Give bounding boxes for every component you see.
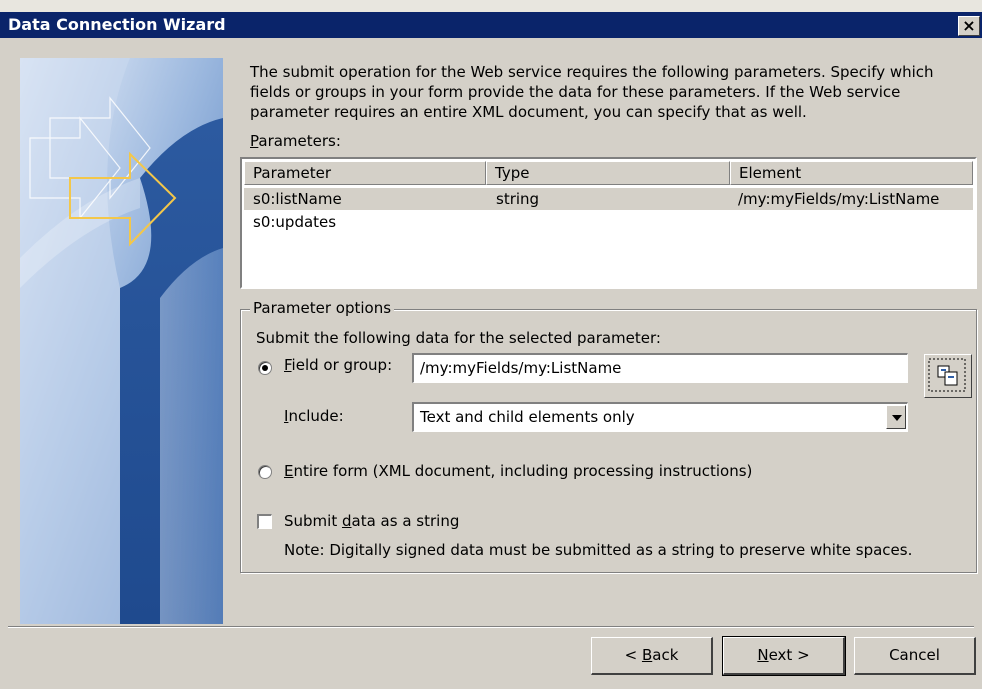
include-label: Include: [284,407,344,425]
submit-as-string-label[interactable]: Submit data as a string [284,512,459,530]
param-name-cell: s0:listName [253,190,342,208]
wizard-banner-image [20,58,223,624]
column-header-type[interactable]: Type [486,161,730,185]
cancel-button[interactable]: Cancel [854,637,976,675]
table-row[interactable]: s0:listName string /my:myFields/my:ListN… [244,188,973,210]
column-header-parameter[interactable]: Parameter [244,161,486,185]
select-field-button[interactable] [924,354,972,398]
intro-text: The submit operation for the Web service… [250,63,934,121]
parameters-list[interactable]: Parameter Type Element s0:listName strin… [240,157,977,289]
signed-data-note: Note: Digitally signed data must be subm… [284,541,913,559]
next-button[interactable]: Next > [722,636,846,676]
entire-form-radio[interactable] [258,465,272,479]
param-name-cell: s0:updates [253,213,337,231]
select-field-icon [928,358,966,392]
parameter-options-group [240,309,977,573]
submit-as-string-checkbox[interactable] [257,514,272,529]
param-type-cell: string [496,190,540,208]
window-title: Data Connection Wizard [8,15,226,34]
back-button[interactable]: < Back [591,637,713,675]
group-legend: Parameter options [250,299,395,317]
field-or-group-input[interactable]: /my:myFields/my:ListName [412,353,908,383]
include-dropdown[interactable]: Text and child elements only [412,402,908,432]
submit-instruction: Submit the following data for the select… [256,329,661,347]
field-or-group-radio[interactable] [258,361,272,375]
entire-form-label[interactable]: Entire form (XML document, including pro… [284,462,752,480]
banner-graphic [20,58,223,624]
close-button[interactable]: × [958,16,980,36]
radio-selected-dot [262,365,268,371]
parameters-label: Parameters: [250,132,341,150]
field-or-group-label[interactable]: Field or group: [284,356,392,374]
button-separator [8,626,974,628]
chevron-down-icon[interactable] [886,405,906,429]
table-row[interactable]: s0:updates [244,211,973,233]
column-header-element[interactable]: Element [730,161,973,185]
include-selected-value: Text and child elements only [420,408,635,426]
param-element-cell: /my:myFields/my:ListName [738,190,940,208]
